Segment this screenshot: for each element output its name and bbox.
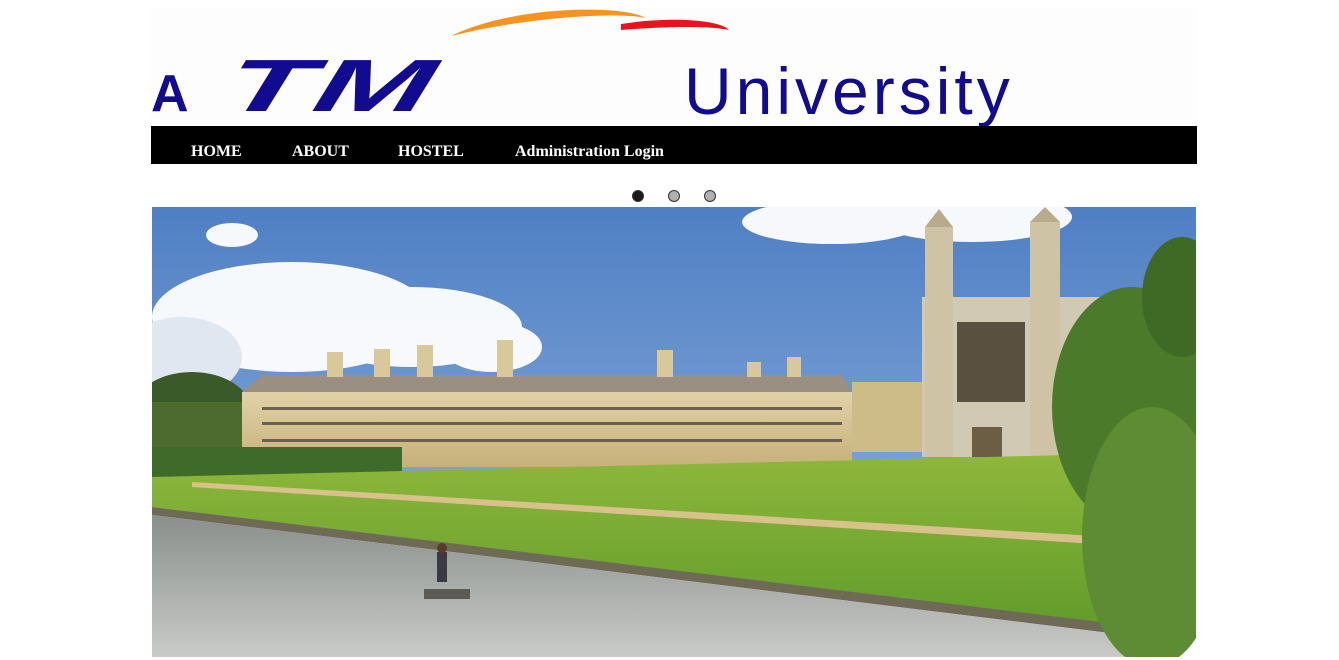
logo-swoosh-orange — [451, 9, 646, 36]
nav-administration-login[interactable]: Administration Login — [515, 143, 664, 161]
main-nav: HOME ABOUT HOSTEL Administration Login — [151, 126, 1197, 164]
atm-university-logo: A TM University — [151, 9, 1014, 126]
logo-suffix: University — [684, 54, 1014, 126]
logo-swoosh-red — [621, 19, 729, 30]
slider-dot-1[interactable] — [632, 190, 644, 202]
logo-prefix: A — [151, 65, 189, 123]
slider-dot-2[interactable] — [668, 190, 680, 202]
slider-dots — [0, 190, 1339, 204]
nav-hostel[interactable]: HOSTEL — [398, 143, 464, 161]
page: A TM University HOME ABOUT HOSTEL Admini… — [0, 0, 1339, 660]
nav-about[interactable]: ABOUT — [292, 143, 349, 161]
nav-home[interactable]: HOME — [191, 143, 242, 161]
logo-banner: A TM University — [151, 8, 1197, 126]
slider-dot-3[interactable] — [704, 190, 716, 202]
slider-image — [152, 207, 1196, 657]
logo-brand: TM — [216, 44, 447, 126]
campus-photo — [152, 207, 1196, 657]
